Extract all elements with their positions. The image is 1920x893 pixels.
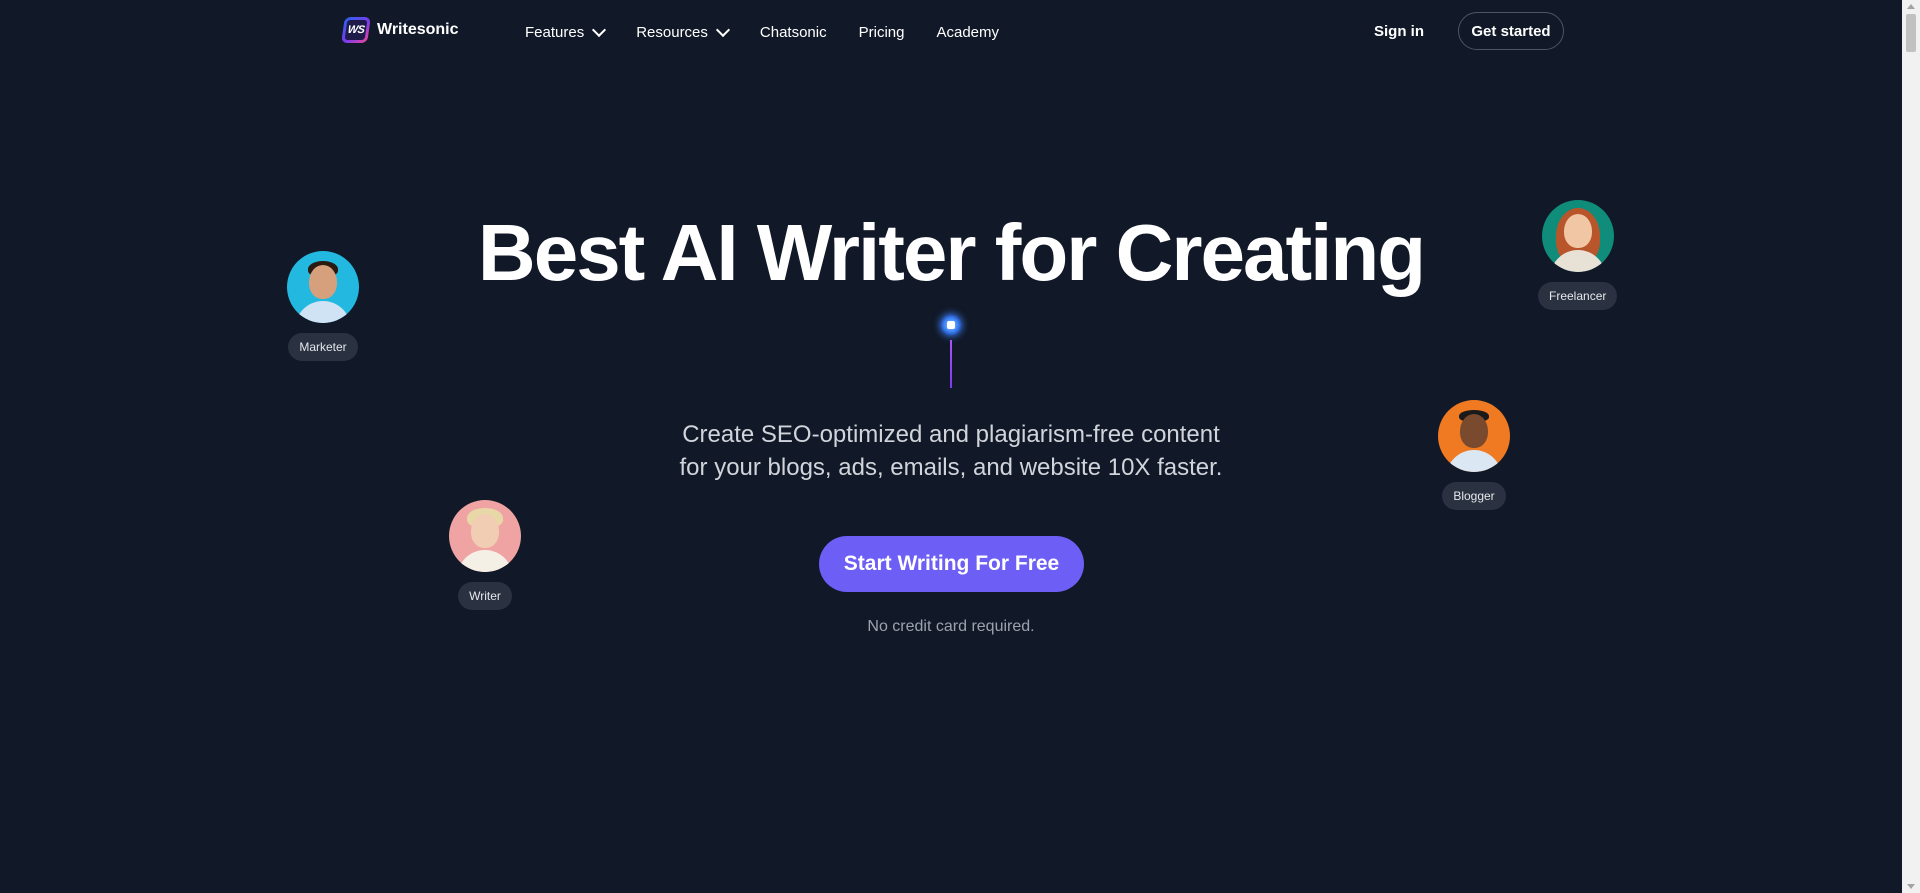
nav-resources-label: Resources	[636, 24, 708, 41]
chevron-down-icon	[715, 22, 730, 38]
page-scrollbar[interactable]	[1902, 0, 1920, 893]
hero-subtitle-line-1: Create SEO-optimized and plagiarism-free…	[682, 421, 1220, 448]
hero-subtitle-line-2: for your blogs, ads, emails, and website…	[679, 454, 1223, 481]
hero-subtitle: Create SEO-optimized and plagiarism-free…	[0, 418, 1902, 484]
writer-avatar	[449, 500, 521, 572]
persona-marketer: Marketer	[287, 251, 359, 361]
brand-name: Writesonic	[377, 21, 459, 38]
nav-features[interactable]: Features	[525, 22, 607, 41]
sign-in-link[interactable]: Sign in	[1374, 23, 1424, 40]
blogger-avatar	[1438, 400, 1510, 472]
persona-tag: Freelancer	[1538, 282, 1618, 310]
persona-tag: Marketer	[288, 333, 358, 361]
persona-writer: Writer	[449, 500, 521, 610]
main-nav: Features Resources Chatsonic Pricing Aca…	[525, 22, 999, 41]
no-credit-card-note: No credit card required.	[867, 618, 1035, 635]
logo-monogram: WS	[344, 20, 368, 40]
nav-chatsonic[interactable]: Chatsonic	[760, 24, 827, 41]
freelancer-avatar	[1541, 200, 1614, 272]
start-writing-button[interactable]: Start Writing For Free	[819, 536, 1084, 592]
persona-blogger: Blogger	[1438, 400, 1510, 510]
scroll-up-arrow-icon[interactable]	[1907, 4, 1915, 9]
writesonic-logo-icon: WS	[341, 17, 371, 43]
persona-freelancer: Freelancer	[1538, 200, 1618, 310]
nav-pricing-label: Pricing	[858, 24, 905, 41]
nav-academy[interactable]: Academy	[936, 24, 999, 41]
marketer-avatar	[287, 251, 359, 323]
nav-features-label: Features	[525, 24, 585, 41]
typing-cursor-line	[950, 340, 952, 388]
scrollbar-thumb[interactable]	[1906, 14, 1916, 52]
nav-academy-label: Academy	[936, 24, 999, 41]
persona-tag: Blogger	[1442, 482, 1506, 510]
scroll-down-arrow-icon[interactable]	[1907, 884, 1915, 889]
nav-pricing[interactable]: Pricing	[859, 24, 905, 41]
chevron-down-icon	[592, 22, 607, 38]
brand-logo[interactable]: WS Writesonic	[341, 17, 459, 43]
nav-resources[interactable]: Resources	[636, 22, 730, 41]
persona-tag: Writer	[458, 582, 512, 610]
get-started-button[interactable]: Get started	[1458, 12, 1564, 50]
typing-cursor-icon	[940, 314, 962, 336]
nav-chatsonic-label: Chatsonic	[759, 24, 827, 41]
